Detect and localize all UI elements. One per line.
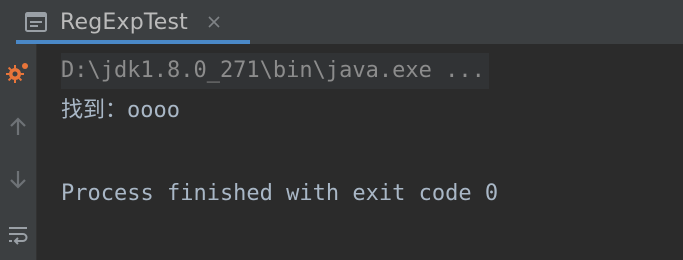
output-line: 找到：oooo <box>61 98 180 123</box>
scroll-up-button[interactable] <box>0 112 36 146</box>
command-line-fold[interactable]: D:\jdk1.8.0_271\bin\java.exe ... <box>61 53 489 89</box>
tab-bar: RegExpTest <box>0 0 683 44</box>
soft-wrap-button[interactable] <box>0 220 36 254</box>
tab-title: RegExpTest <box>60 9 189 35</box>
exit-status-line: Process finished with exit code 0 <box>61 181 499 206</box>
console-window-icon <box>24 10 48 34</box>
close-icon[interactable] <box>204 12 224 32</box>
arrow-up-icon <box>7 116 29 142</box>
run-debug-button[interactable] <box>0 58 36 92</box>
console-output[interactable]: D:\jdk1.8.0_271\bin\java.exe ... 找到：oooo… <box>37 44 683 260</box>
soft-wrap-icon <box>6 223 30 251</box>
command-line-text: D:\jdk1.8.0_271\bin\java.exe ... <box>61 58 485 83</box>
tab-regexptest[interactable]: RegExpTest <box>14 0 224 44</box>
console-toolbar <box>0 44 37 260</box>
run-debug-icon <box>5 60 31 90</box>
arrow-down-icon <box>7 168 29 194</box>
scroll-down-button[interactable] <box>0 164 36 198</box>
